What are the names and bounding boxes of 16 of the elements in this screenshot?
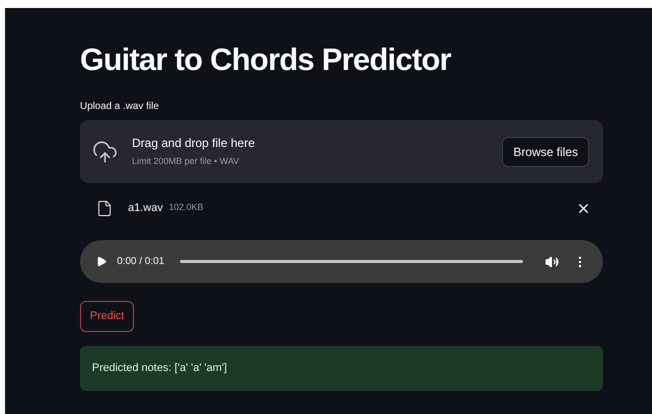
file-name: a1.wav: [128, 200, 163, 216]
limit-text: Limit 200MB per file • WAV: [132, 155, 240, 168]
audio-time: 0:00 / 0:01: [117, 255, 164, 269]
drop-zone[interactable]: Drag and drop file here Limit 200MB per file • WAV Browse files: [80, 120, 603, 183]
upload-label: Upload a .wav file: [80, 100, 160, 114]
file-icon: [96, 200, 113, 216]
progress-track[interactable]: [180, 260, 523, 263]
upload-cloud-icon: [92, 138, 118, 164]
play-icon: [96, 256, 107, 267]
result-text: Predicted notes: ['a' 'a' 'am']: [92, 361, 227, 376]
predict-button[interactable]: Predict: [80, 301, 134, 332]
drop-text: Drag and drop file here: [132, 135, 256, 152]
page-title: Guitar to Chords Predictor: [80, 42, 452, 78]
file-size: 102.0KB: [168, 201, 204, 214]
browse-files-button[interactable]: Browse files: [502, 136, 589, 166]
volume-icon: [545, 254, 559, 268]
